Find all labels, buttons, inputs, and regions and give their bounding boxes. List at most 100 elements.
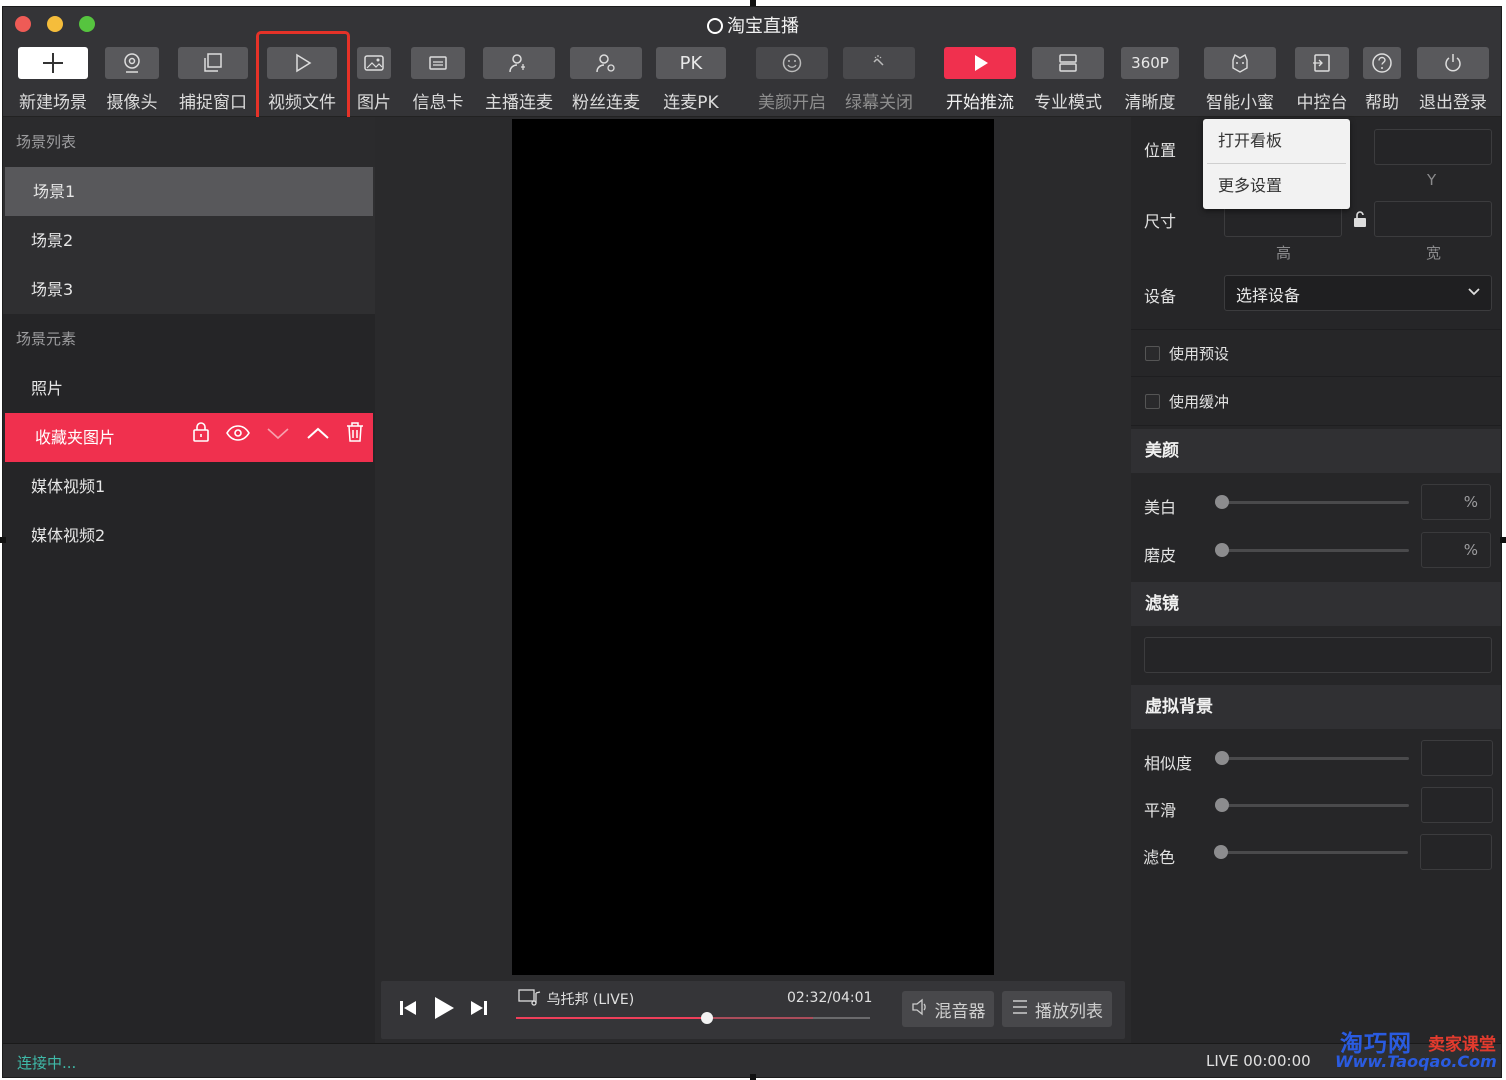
whiten-slider[interactable]: [1215, 495, 1409, 509]
scene-item-3[interactable]: 场景3: [3, 265, 375, 314]
open-dashboard-menu-item[interactable]: 打开看板: [1203, 119, 1350, 163]
element-item-favorites-image[interactable]: 收藏夹图片: [5, 413, 373, 462]
color-filter-value-input[interactable]: [1420, 834, 1492, 870]
whiten-value-input[interactable]: %: [1421, 484, 1491, 520]
device-select[interactable]: 选择设备: [1224, 275, 1492, 311]
next-track-icon[interactable]: [470, 998, 488, 1022]
device-select-value: 选择设备: [1236, 286, 1301, 305]
smooth-value-input[interactable]: [1421, 787, 1493, 823]
progress-bar[interactable]: [516, 1012, 870, 1024]
smooth-slider[interactable]: [1215, 798, 1409, 812]
image-icon: [357, 47, 391, 79]
mixer-button[interactable]: 混音器: [902, 991, 994, 1027]
title-bar: 淘宝直播: [3, 7, 1501, 43]
console-button[interactable]: 中控台: [1291, 47, 1353, 113]
scene-item-1[interactable]: 场景1: [5, 167, 373, 216]
progress-knob[interactable]: [701, 1012, 714, 1024]
green-screen-off-button[interactable]: 绿幕关闭: [841, 47, 917, 113]
use-preset-label: 使用预设: [1169, 345, 1230, 363]
server-icon: [1032, 47, 1104, 79]
music-icon: [518, 989, 542, 1008]
resolution-button[interactable]: 360P 清晰度: [1117, 47, 1183, 113]
use-preset-checkbox[interactable]: [1145, 346, 1160, 361]
color-filter-label: 滤色: [1143, 848, 1176, 867]
element-item-photo[interactable]: 照片: [3, 364, 375, 413]
similarity-value-input[interactable]: [1421, 740, 1493, 776]
whiten-label: 美白: [1144, 498, 1177, 517]
song-title: 乌托邦 (LIVE): [546, 992, 635, 1008]
watermark-url: Www.Taoqao.Com: [1335, 1052, 1497, 1071]
playback-time: 02:32/04:01: [787, 990, 873, 1006]
whiten-slider-knob[interactable]: [1215, 495, 1229, 509]
power-icon: [1417, 47, 1489, 79]
scene-sidebar: 场景列表 场景1 场景2 场景3 场景元素 照片 收藏夹图片 媒体视频1 媒体视…: [3, 117, 375, 1043]
webcam-icon: [105, 47, 159, 79]
previous-track-icon[interactable]: [399, 998, 417, 1022]
element-controls: [191, 413, 365, 462]
info-card-button[interactable]: 信息卡: [405, 47, 471, 113]
smart-assistant-button[interactable]: 智能小蜜: [1201, 47, 1279, 113]
element-item-media-video-1[interactable]: 媒体视频1: [3, 462, 375, 511]
help-icon: [1363, 47, 1401, 79]
scene-item-2[interactable]: 场景2: [3, 216, 375, 265]
size-width-input[interactable]: [1374, 201, 1492, 237]
start-stream-button[interactable]: 开始推流: [941, 47, 1019, 113]
smooth-skin-value-input[interactable]: %: [1421, 532, 1491, 568]
filter-input[interactable]: [1144, 637, 1492, 673]
unlock-icon[interactable]: [1353, 210, 1367, 232]
width-label: 宽: [1426, 244, 1442, 262]
pk-button[interactable]: PK 连麦PK: [655, 47, 727, 113]
anchor-co-stream-button[interactable]: 主播连麦: [480, 47, 558, 113]
user-mic-alt-icon: [570, 47, 642, 79]
capture-window-button[interactable]: 捕捉窗口: [174, 47, 252, 113]
pk-text-icon: PK: [656, 47, 726, 79]
image-button[interactable]: 图片: [354, 47, 394, 113]
device-label: 设备: [1144, 287, 1177, 306]
smooth-skin-label: 磨皮: [1144, 546, 1177, 565]
element-item-media-video-2[interactable]: 媒体视频2: [3, 511, 375, 560]
trash-icon[interactable]: [345, 413, 365, 462]
eye-icon[interactable]: [225, 413, 251, 462]
smooth-slider-knob[interactable]: [1215, 798, 1229, 812]
help-button[interactable]: 帮助: [1361, 47, 1403, 113]
element-item-label: 收藏夹图片: [35, 428, 116, 447]
app-window: 淘宝直播 新建场景 摄像头 捕捉窗口 视频文件 图片 信息卡 主播连麦 粉丝连麦…: [2, 6, 1502, 1078]
camera-button[interactable]: 摄像头: [100, 47, 164, 113]
color-filter-slider[interactable]: [1214, 845, 1408, 859]
similarity-slider[interactable]: [1215, 751, 1409, 765]
list-icon: [1011, 998, 1029, 1021]
virtual-background-section-title: 虚拟背景: [1131, 685, 1501, 729]
smooth-skin-slider-knob[interactable]: [1215, 543, 1229, 557]
card-icon: [411, 47, 465, 79]
live-timer: LIVE 00:00:00: [1206, 1052, 1311, 1070]
progress-fill: [516, 1017, 708, 1019]
similarity-slider-knob[interactable]: [1215, 751, 1229, 765]
color-filter-slider-knob[interactable]: [1214, 845, 1228, 859]
lock-icon[interactable]: [191, 413, 211, 462]
new-scene-button[interactable]: 新建场景: [16, 47, 90, 113]
chevron-up-icon[interactable]: [305, 413, 331, 462]
now-playing: 乌托邦 (LIVE): [518, 989, 634, 1009]
pro-mode-button[interactable]: 专业模式: [1029, 47, 1107, 113]
use-preset-row[interactable]: 使用预设: [1131, 329, 1501, 377]
play-pause-icon[interactable]: [433, 996, 455, 1024]
window-copy-icon: [178, 47, 248, 79]
chevron-down-icon[interactable]: [265, 413, 291, 462]
properties-panel: 位置 Y 尺寸 高 宽 设备 选择设备 使用预设 使用缓冲 美颜 美白 % 磨皮…: [1131, 117, 1501, 1043]
position-y-input[interactable]: [1374, 129, 1492, 165]
use-buffer-row[interactable]: 使用缓冲: [1131, 378, 1501, 426]
live-preview-canvas[interactable]: [512, 119, 994, 975]
use-buffer-checkbox[interactable]: [1145, 394, 1160, 409]
more-settings-menu-item[interactable]: 更多设置: [1203, 164, 1350, 208]
position-label: 位置: [1144, 141, 1177, 160]
use-buffer-label: 使用缓冲: [1169, 393, 1230, 411]
smooth-skin-slider[interactable]: [1215, 543, 1409, 557]
resolution-icon: 360P: [1121, 47, 1179, 79]
play-icon: [944, 47, 1016, 79]
beauty-on-button[interactable]: 美颜开启: [753, 47, 831, 113]
resize-handle: [750, 0, 756, 6]
resize-handle: [0, 537, 6, 543]
playlist-button[interactable]: 播放列表: [1002, 991, 1112, 1027]
fan-co-stream-button[interactable]: 粉丝连麦: [567, 47, 645, 113]
logout-button[interactable]: 退出登录: [1413, 47, 1493, 113]
